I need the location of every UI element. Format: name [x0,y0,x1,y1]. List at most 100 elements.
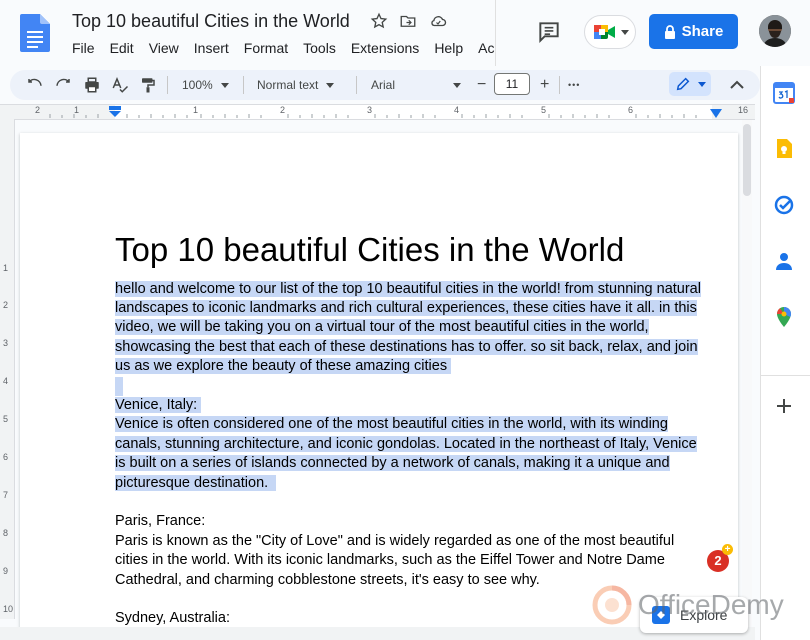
more-options-icon[interactable]: ••• [568,74,580,96]
docs-logo-icon[interactable] [20,14,50,52]
intro-line[interactable]: us as we explore the beauty of these ama… [115,357,452,376]
cloud-status-icon[interactable] [428,12,448,32]
ruler-number: 10 [3,604,14,614]
selected-text: showcasing the best that each of these d… [115,339,698,355]
venice-line[interactable]: Venice is often considered one of the mo… [115,415,668,434]
menu-view[interactable]: View [149,40,179,56]
style-select[interactable]: Normal text [257,74,334,96]
tasks-icon[interactable] [773,194,795,216]
chevron-down-icon [698,82,706,87]
empty-line-selection [115,377,123,396]
ruler-number: 3 [3,338,9,348]
calendar-icon[interactable] [773,82,795,104]
comments-icon[interactable] [536,19,562,45]
ruler-number: 3 [367,105,373,115]
ruler-number: 5 [541,105,547,115]
ruler-number: 4 [454,105,460,115]
ruler-number: 1 [3,263,9,273]
ruler-number: 1 [193,105,199,115]
increase-font-size-button[interactable]: + [540,74,549,96]
star-icon[interactable] [370,12,390,32]
paris-line[interactable]: Cathedral, and charming cobblestone stre… [115,571,540,590]
font-size-input[interactable]: 11 [494,73,530,95]
venice-title[interactable]: Venice, Italy: [115,396,202,415]
toolbar-divider [243,76,244,94]
right-indent-marker-icon[interactable] [710,106,722,124]
menu-accessibility[interactable]: Ac [478,40,494,56]
decrease-font-size-button[interactable]: − [477,74,486,96]
zoom-select[interactable]: 100% [182,74,229,96]
intro-line[interactable]: showcasing the best that each of these d… [115,338,698,357]
meet-icon [594,25,615,39]
pencil-icon [676,77,690,91]
font-name: Arial [371,78,396,92]
document-title[interactable]: Top 10 beautiful Cities in the World [72,11,350,32]
print-icon[interactable] [83,74,101,96]
add-addon-icon[interactable] [773,395,795,417]
ruler-number: 16 [738,105,749,115]
indent-marker-icon[interactable] [108,105,122,123]
selected-text: hello and welcome to our list of the top… [115,281,701,297]
chevron-down-icon [621,30,629,35]
editing-mode-button[interactable] [669,72,711,96]
share-button[interactable]: Share [649,14,738,49]
contacts-icon[interactable] [773,250,795,272]
selected-text: Venice, Italy: [115,397,198,413]
ruler-number: 1 [74,105,80,115]
collapse-menus-icon[interactable] [730,77,744,95]
ruler-number: 6 [628,105,634,115]
move-folder-icon[interactable] [399,12,419,32]
intro-line[interactable]: landscapes to iconic landmarks and rich … [115,299,697,318]
sydney-title[interactable]: Sydney, Australia: [115,609,230,628]
paris-line[interactable]: cities in the world. With its iconic lan… [115,551,665,570]
paris-title[interactable]: Paris, France: [115,512,205,531]
scrollbar-thumb[interactable] [743,124,751,196]
avatar[interactable] [759,15,791,47]
menu-bar: File Edit View Insert Format Tools Exten… [72,40,509,56]
selected-text: picturesque destination. [115,475,269,491]
selected-text: is built on a series of islands connecte… [115,455,670,471]
ruler-number: 8 [3,528,9,538]
vertical-scrollbar[interactable] [742,120,752,640]
menu-help[interactable]: Help [434,40,463,56]
menu-format[interactable]: Format [244,40,288,56]
selected-text: us as we explore the beauty of these ama… [115,358,448,374]
maps-icon[interactable] [773,306,795,328]
menu-tools[interactable]: Tools [303,40,336,56]
paint-format-icon[interactable] [139,74,157,96]
toolbar-divider [559,76,560,94]
ruler-number: 5 [3,414,9,424]
menu-extensions[interactable]: Extensions [351,40,419,56]
ruler-number: 2 [35,105,41,115]
intro-line[interactable]: hello and welcome to our list of the top… [115,280,701,299]
ruler-number: 6 [3,452,9,462]
toolbar-divider [356,76,357,94]
redo-icon[interactable] [54,74,72,96]
venice-line[interactable]: canals, stunning architecture, and iconi… [115,435,697,454]
spellcheck-icon[interactable] [111,74,129,96]
menu-file[interactable]: File [72,40,95,56]
intro-line[interactable]: video, we will be taking you on a virtua… [115,318,649,337]
paris-line[interactable]: Paris is known as the "City of Love" and… [115,532,674,551]
selected-text: canals, stunning architecture, and iconi… [115,436,697,452]
menu-edit[interactable]: Edit [110,40,134,56]
ruler-number: 9 [3,566,9,576]
badge-plus-icon: + [722,544,733,555]
ruler-number: 2 [3,300,9,310]
font-select[interactable]: Arial [371,74,461,96]
venice-line[interactable]: picturesque destination. [115,474,277,493]
side-panel-divider [760,375,810,376]
toolbar-divider [167,76,168,94]
ruler-number: 2 [280,105,286,115]
ruler-number: 7 [3,490,9,500]
selected-text: video, we will be taking you on a virtua… [115,319,649,335]
venice-line[interactable]: is built on a series of islands connecte… [115,454,670,473]
vertical-ruler[interactable] [0,119,15,619]
meet-button[interactable] [584,15,636,49]
menu-insert[interactable]: Insert [194,40,229,56]
keep-icon[interactable] [773,138,795,160]
watermark-icon [592,585,632,625]
selected-text: Venice is often considered one of the mo… [115,416,668,432]
undo-icon[interactable] [26,74,44,96]
document-heading[interactable]: Top 10 beautiful Cities in the World [115,231,624,269]
